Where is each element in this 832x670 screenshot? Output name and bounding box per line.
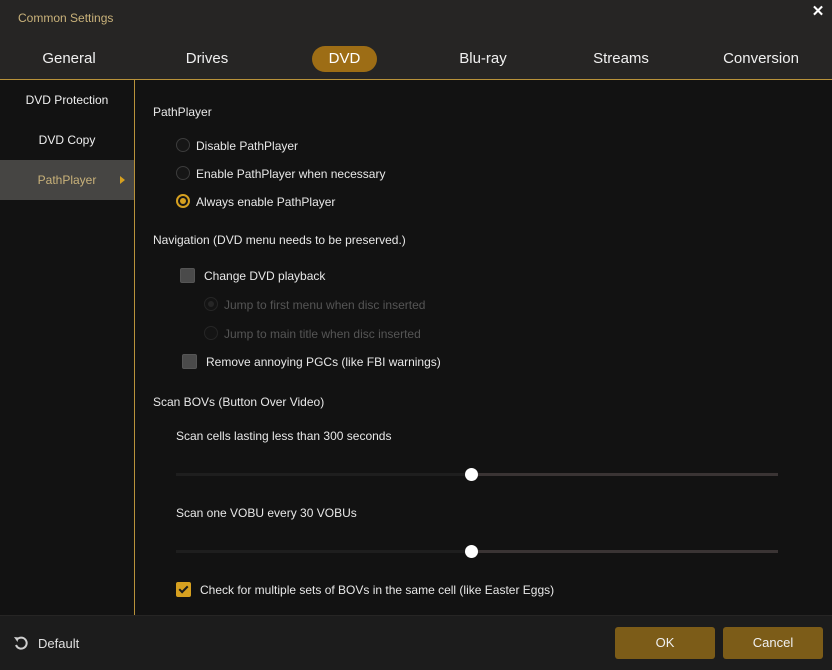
ok-button[interactable]: OK xyxy=(615,627,715,659)
vobu-slider-label: Scan one VOBU every 30 VOBUs xyxy=(176,506,357,520)
radio-label: Jump to main title when disc inserted xyxy=(224,327,421,341)
tab-streams[interactable]: Streams xyxy=(580,46,662,72)
radio-label[interactable]: Always enable PathPlayer xyxy=(196,195,335,209)
sidebar-item-label: DVD Protection xyxy=(25,93,109,107)
sidebar-item-label: DVD Copy xyxy=(38,133,96,147)
pathplayer-heading: PathPlayer xyxy=(153,105,212,119)
tab-dvd[interactable]: DVD xyxy=(312,46,377,72)
change-playback-checkbox[interactable] xyxy=(180,268,195,283)
radio-jump-first-menu[interactable] xyxy=(204,297,218,311)
default-button[interactable]: Default xyxy=(13,634,79,652)
checkbox-label[interactable]: Change DVD playback xyxy=(204,269,325,283)
sidebar-item-dvd-protection[interactable]: DVD Protection xyxy=(0,80,134,120)
radio-label: Jump to first menu when disc inserted xyxy=(224,298,426,312)
title-bar: Common Settings ✕ xyxy=(0,0,832,38)
sidebar: DVD Protection DVD Copy PathPlayer xyxy=(0,80,135,615)
radio-enable-when-necessary[interactable] xyxy=(176,166,190,180)
reset-icon xyxy=(14,636,28,650)
radio-label[interactable]: Enable PathPlayer when necessary xyxy=(196,167,385,181)
chevron-right-icon xyxy=(120,176,125,184)
settings-panel: PathPlayer Disable PathPlayer Enable Pat… xyxy=(135,80,832,615)
slider-track xyxy=(470,473,778,476)
default-label: Default xyxy=(38,635,80,651)
scan-bovs-heading: Scan BOVs (Button Over Video) xyxy=(153,395,325,409)
window-title: Common Settings xyxy=(18,11,114,25)
slider-track-filled xyxy=(176,550,471,553)
vobu-slider[interactable] xyxy=(176,545,778,558)
sidebar-item-dvd-copy[interactable]: DVD Copy xyxy=(0,120,134,160)
multiple-bovs-checkbox[interactable] xyxy=(176,582,191,597)
cancel-button[interactable]: Cancel xyxy=(723,627,823,659)
tab-general[interactable]: General xyxy=(28,46,110,72)
sidebar-item-label: PathPlayer xyxy=(37,173,97,187)
sidebar-item-pathplayer[interactable]: PathPlayer xyxy=(0,160,134,200)
radio-label[interactable]: Disable PathPlayer xyxy=(196,139,298,153)
radio-jump-main-title[interactable] xyxy=(204,326,218,340)
tab-drives[interactable]: Drives xyxy=(166,46,248,72)
cells-slider[interactable] xyxy=(176,468,778,481)
tab-bar: General Drives DVD Blu-ray Streams Conve… xyxy=(0,40,832,80)
slider-track xyxy=(470,550,778,553)
checkbox-label[interactable]: Check for multiple sets of BOVs in the s… xyxy=(200,583,554,597)
tab-conversion[interactable]: Conversion xyxy=(716,46,806,72)
slider-thumb[interactable] xyxy=(464,468,478,481)
close-icon[interactable]: ✕ xyxy=(810,4,826,20)
slider-track-filled xyxy=(176,473,471,476)
footer: Default OK Cancel xyxy=(0,616,832,670)
cells-slider-label: Scan cells lasting less than 300 seconds xyxy=(176,429,392,443)
radio-disable-pathplayer[interactable] xyxy=(176,138,190,152)
tab-bluray[interactable]: Blu-ray xyxy=(442,46,524,72)
slider-thumb[interactable] xyxy=(464,545,478,558)
remove-pgcs-checkbox[interactable] xyxy=(182,354,197,369)
navigation-heading: Navigation (DVD menu needs to be preserv… xyxy=(153,233,406,247)
radio-always-enable[interactable] xyxy=(176,194,190,208)
checkbox-label[interactable]: Remove annoying PGCs (like FBI warnings) xyxy=(206,355,441,369)
